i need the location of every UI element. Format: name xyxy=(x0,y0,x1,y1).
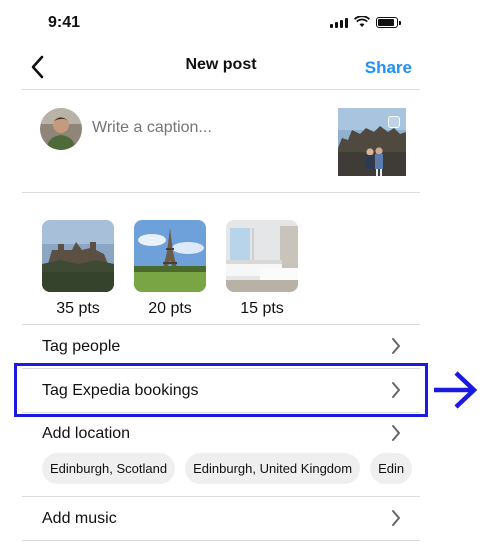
location-suggestions: Edinburgh, Scotland Edinburgh, United Ki… xyxy=(42,453,413,484)
tag-people-label: Tag people xyxy=(42,338,121,355)
add-music-row[interactable]: Add music xyxy=(22,498,420,538)
reward-card-hotel[interactable]: 15 pts xyxy=(226,220,298,318)
select-checkbox[interactable] xyxy=(388,116,400,128)
chevron-right-icon xyxy=(392,425,400,441)
reward-points: 35 pts xyxy=(56,300,100,317)
chevron-right-icon xyxy=(392,338,400,354)
location-chip[interactable]: Edinburgh, United Kingdom xyxy=(185,453,361,484)
location-chip[interactable]: Edinburgh, Scotland xyxy=(42,453,176,484)
add-music-label: Add music xyxy=(42,510,117,527)
new-post-screen: 9:41 New post Share Write a caption... 3… xyxy=(22,0,420,550)
status-icons xyxy=(330,16,401,28)
status-time: 9:41 xyxy=(48,14,81,31)
tag-people-row[interactable]: Tag people xyxy=(22,326,420,366)
reward-card-castle[interactable]: 35 pts xyxy=(42,220,114,318)
avatar xyxy=(40,108,82,150)
caption-input[interactable] xyxy=(92,119,312,137)
location-chip[interactable]: Edin xyxy=(370,453,413,484)
eiffel-tower-photo xyxy=(134,220,206,292)
share-button[interactable]: Share xyxy=(365,58,412,78)
divider xyxy=(22,540,420,541)
divider xyxy=(22,496,420,497)
add-location-row[interactable]: Add location xyxy=(22,413,420,453)
arrow-right-icon xyxy=(434,371,478,409)
add-location-label: Add location xyxy=(42,425,131,442)
highlight-box xyxy=(14,363,428,417)
castle-photo xyxy=(42,220,114,292)
reward-points: 15 pts xyxy=(240,300,284,317)
hotel-room-photo xyxy=(226,220,298,292)
post-thumbnail[interactable] xyxy=(338,108,406,176)
battery-icon xyxy=(376,17,401,28)
divider xyxy=(22,324,420,325)
cellular-signal-icon xyxy=(330,18,348,28)
divider xyxy=(22,192,420,193)
chevron-right-icon xyxy=(392,510,400,526)
divider xyxy=(22,89,420,90)
reward-card-paris[interactable]: 20 pts xyxy=(134,220,206,318)
reward-points: 20 pts xyxy=(148,300,192,317)
page-title: New post xyxy=(185,56,257,73)
wifi-icon xyxy=(354,16,370,27)
